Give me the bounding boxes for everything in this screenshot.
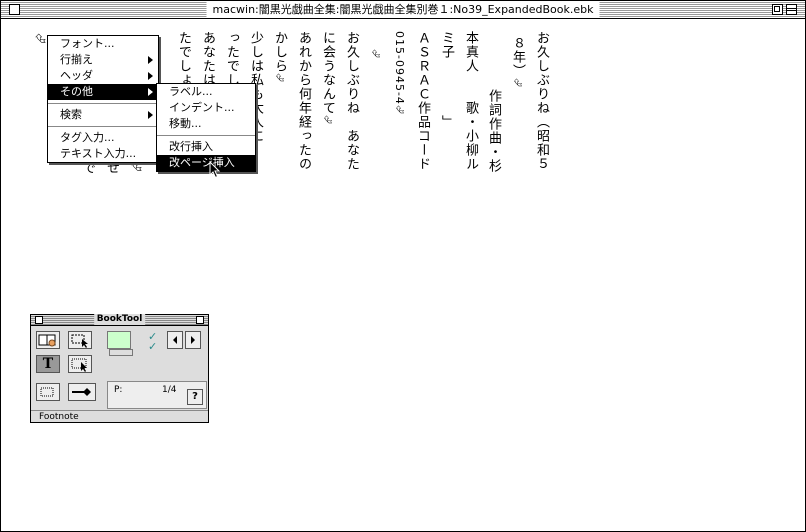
text-column-2-text: ８年） — [510, 36, 525, 78]
submenu-item-text: 改行挿入 — [169, 140, 213, 153]
marquee-arrow-icon — [71, 334, 88, 348]
page-value: 1/4 — [162, 385, 177, 395]
hidden-fragment-1: で — [80, 161, 95, 175]
left-arrow-icon — [173, 336, 177, 344]
return-icon: ⮰ — [369, 49, 382, 59]
menu-item-label: テキスト入力... — [60, 147, 137, 160]
text-column-9: お久しぶりね あなた — [344, 31, 359, 171]
return-icon: ⮰ — [511, 78, 524, 88]
text-column-10: に会うなんて⮰ — [319, 31, 335, 125]
check-icon[interactable]: ✓ ✓ — [148, 331, 157, 352]
menu-separator — [157, 135, 255, 136]
submenu-arrow-icon — [148, 111, 153, 119]
close-box[interactable] — [9, 4, 20, 15]
zoom-box[interactable] — [772, 4, 783, 15]
booktool-close-box[interactable] — [35, 316, 43, 324]
submenu-item-indent[interactable]: インデント... — [157, 100, 255, 116]
submenu-item-insert-line-break[interactable]: 改行挿入 — [157, 139, 255, 155]
dotted-marquee-arrow-icon — [71, 358, 87, 372]
text-column-4: 本真人 歌・小柳ル — [463, 31, 478, 171]
menu-item-label: その他 — [60, 85, 93, 98]
return-icon: ⮰ — [32, 33, 47, 45]
frame-icon — [40, 387, 54, 397]
text-column-2: ８年）⮰ — [509, 36, 525, 88]
text-column-6: ＡＳＲＡＣ作品コード — [415, 31, 430, 171]
page-label: P: — [114, 385, 123, 395]
menu-item-label: ヘッダ — [60, 69, 93, 82]
submenu-item-text: 改ページ挿入 — [169, 156, 235, 169]
menu-item-alignment[interactable]: 行揃え — [48, 52, 158, 68]
text-column-12: かしら⮰ — [271, 31, 287, 83]
return-icon: ⮰ — [393, 104, 406, 115]
page-info-panel: P: 1/4 ? — [107, 381, 207, 409]
menu-item-text-input[interactable]: テキスト入力... — [48, 146, 158, 162]
booktool-zoom-box[interactable] — [196, 316, 204, 324]
booktool-palette: BookTool ✓ ✓ T P: 1/4 ? Footnote — [30, 314, 209, 423]
submenu-item-move[interactable]: 移動... — [157, 116, 255, 132]
text-column-7: 015-0945-4⮰ — [391, 31, 407, 115]
next-button[interactable] — [185, 331, 201, 349]
submenu-arrow-icon — [148, 56, 153, 64]
right-arrow-icon — [191, 336, 195, 344]
menu-item-search[interactable]: 検索 — [48, 107, 158, 123]
text-column-3: 作詞作曲・杉 — [486, 89, 501, 173]
book-hand-icon — [38, 334, 56, 347]
text-tool[interactable]: T — [36, 355, 60, 373]
text-column-8: ⮰ — [367, 49, 383, 59]
line-diamond-icon — [72, 388, 91, 396]
document-window: macwin:闇黒光戯曲全集:闇黒光戯曲全集別巻１:No39_ExpandedB… — [0, 0, 806, 532]
text-column-1: お久しぶりね（昭和５ — [534, 31, 549, 171]
booktool-title: BookTool — [93, 314, 146, 325]
menu-separator — [48, 103, 158, 104]
menu-item-label: 行揃え — [60, 53, 93, 66]
mouse-pointer-icon — [209, 161, 221, 179]
booktool-status: Footnote — [31, 410, 208, 422]
color-swatch-shadow — [109, 349, 133, 356]
submenu-arrow-icon — [148, 88, 153, 96]
submenu-item-text: 移動... — [169, 117, 202, 130]
menu-separator — [48, 126, 158, 127]
context-menu: フォント... 行揃え ヘッダ その他 検索 タグ入力... テキスト入力... — [47, 35, 159, 163]
menu-item-font[interactable]: フォント... — [48, 36, 158, 52]
dotted-select-tool[interactable] — [68, 355, 92, 373]
window-title: macwin:闇黒光戯曲全集:闇黒光戯曲全集別巻１:No39_ExpandedB… — [206, 1, 600, 18]
text-tool-label: T — [42, 356, 54, 372]
frame-tool[interactable] — [36, 383, 60, 401]
return-icon: ⮰ — [273, 73, 286, 83]
submenu-item-text: ラベル... — [169, 85, 213, 98]
text-column-7-text: 015-0945-4 — [393, 31, 406, 105]
menu-item-other[interactable]: その他 — [48, 84, 158, 100]
text-column-5: ミ子 」 — [439, 31, 454, 129]
menu-item-label: 検索 — [60, 108, 82, 121]
submenu-arrow-icon — [148, 72, 153, 80]
menu-item-label: フォント... — [60, 37, 115, 50]
booktool-title-bar[interactable]: BookTool — [31, 314, 208, 326]
submenu-item-insert-page-break[interactable]: 改ページ挿入 — [157, 155, 255, 171]
submenu-item-text: インデント... — [169, 101, 235, 114]
text-column-15: あなたは — [200, 31, 215, 87]
line-tool[interactable] — [68, 383, 96, 401]
other-submenu: ラベル... インデント... 移動... 改行挿入 改ページ挿入 — [156, 83, 256, 172]
return-icon: ⮰ — [321, 115, 334, 125]
text-column-11: あれから何年経ったの — [296, 31, 311, 171]
submenu-item-label[interactable]: ラベル... — [157, 84, 255, 100]
book-hand-tool[interactable] — [36, 331, 60, 349]
text-column-10-text: に会うなんて — [320, 31, 335, 115]
menu-item-tag-input[interactable]: タグ入力... — [48, 130, 158, 146]
text-column-12-text: かしら — [272, 31, 287, 73]
help-label: ? — [192, 391, 198, 402]
title-bar[interactable]: macwin:闇黒光戯曲全集:闇黒光戯曲全集別巻１:No39_ExpandedB… — [1, 1, 805, 19]
selection-arrow-tool[interactable] — [68, 331, 92, 349]
collapse-box[interactable] — [786, 4, 797, 15]
menu-item-label: タグ入力... — [60, 131, 115, 144]
color-swatch[interactable] — [107, 331, 131, 349]
help-button[interactable]: ? — [187, 389, 203, 405]
previous-button[interactable] — [167, 331, 183, 349]
menu-item-header[interactable]: ヘッダ — [48, 68, 158, 84]
hidden-fragment-2: せ — [104, 161, 119, 175]
